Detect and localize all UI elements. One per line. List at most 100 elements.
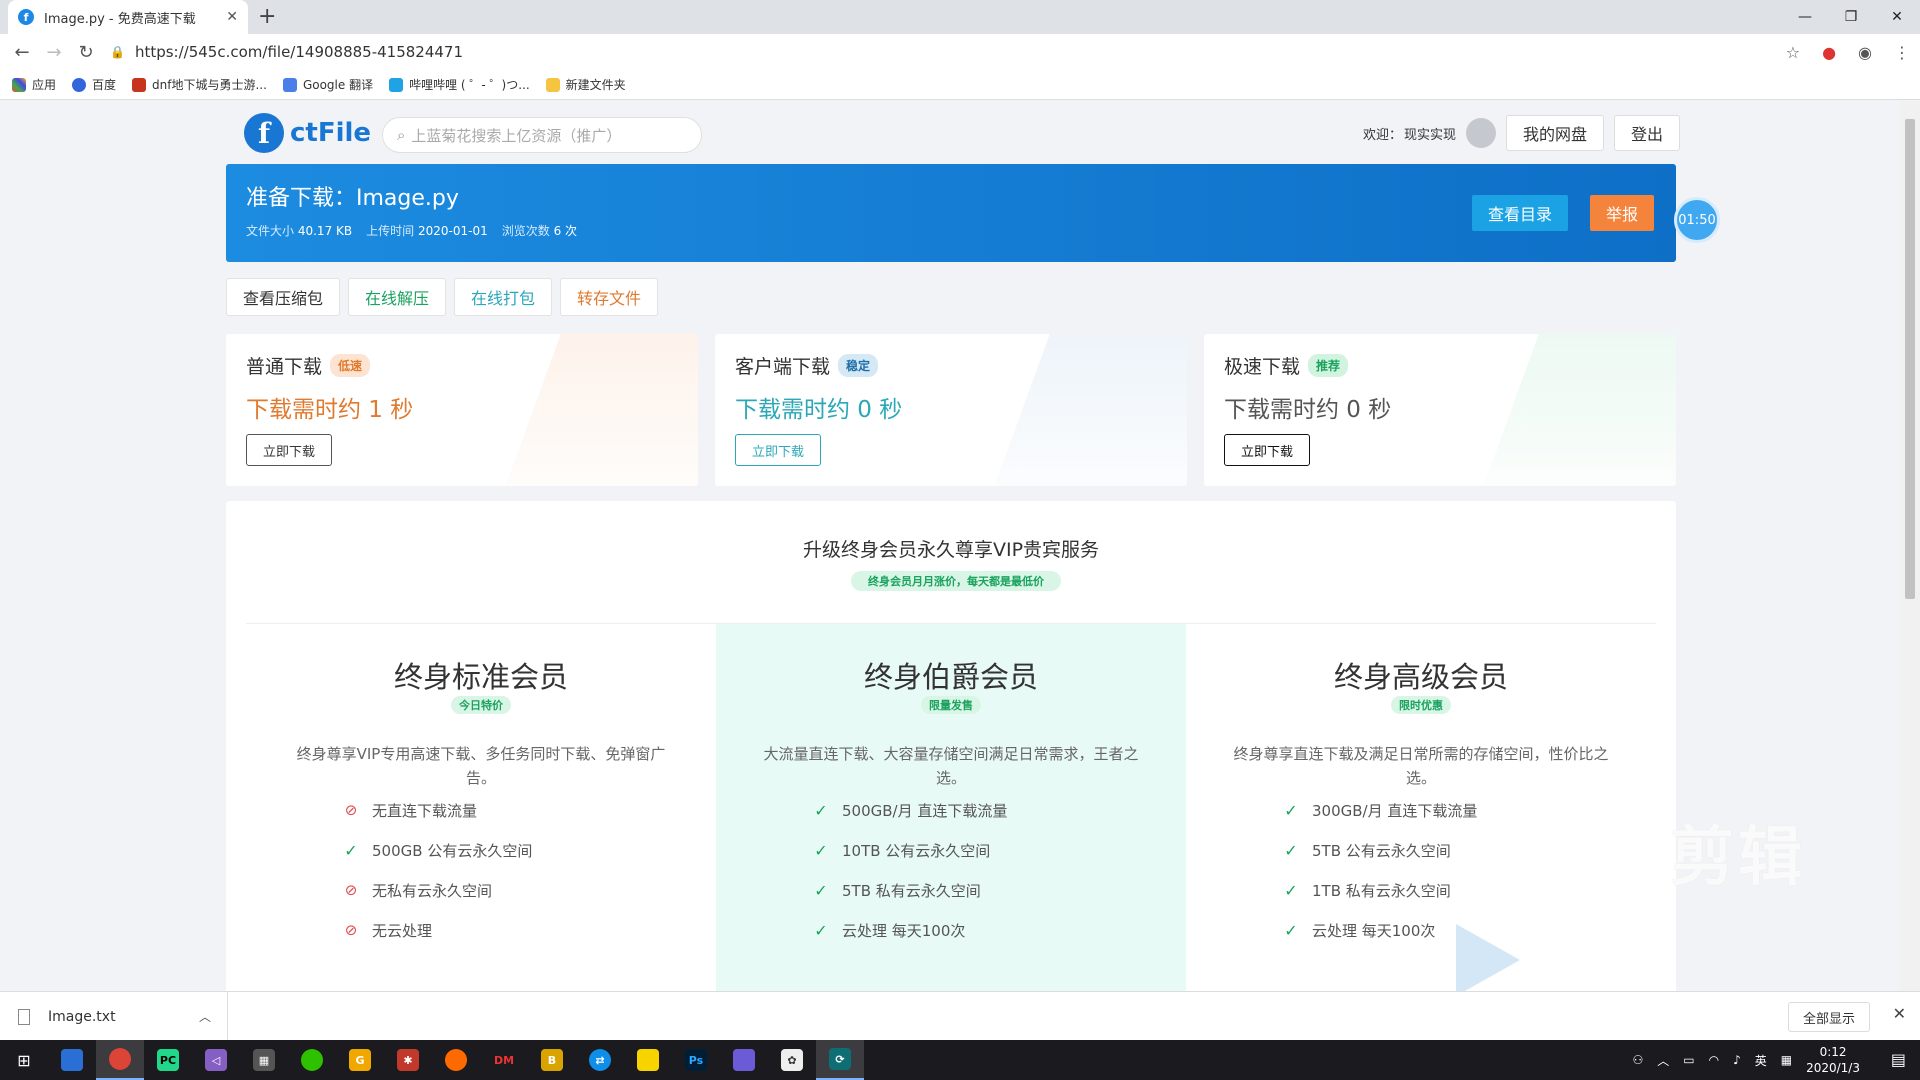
- app-g-icon[interactable]: G: [336, 1040, 384, 1080]
- online-extract-button[interactable]: 在线解压: [348, 278, 447, 316]
- network-icon[interactable]: ◠: [1709, 1053, 1719, 1067]
- stable-badge: 稳定: [838, 354, 879, 377]
- battery-icon[interactable]: ▭: [1683, 1053, 1694, 1067]
- bookmark-apps[interactable]: 应用: [12, 76, 56, 93]
- volume-icon[interactable]: ♪: [1733, 1053, 1741, 1067]
- check-icon: ✓: [814, 800, 828, 820]
- back-icon[interactable]: ←: [6, 42, 38, 63]
- site-logo[interactable]: f ctFile: [244, 113, 371, 153]
- app-feather-icon[interactable]: [720, 1040, 768, 1080]
- view-directory-button[interactable]: 查看目录: [1472, 195, 1569, 231]
- clock[interactable]: 0:12 2020/1/3: [1806, 1044, 1860, 1076]
- client-download-card: 客户端下载 稳定 下载需时约 0 秒 立即下载: [715, 334, 1187, 486]
- logout-button[interactable]: 登出: [1613, 115, 1680, 151]
- taskbar: ⊞ PC ◁ ▦ G ✱ DM B ⇄ Ps ✿ ⟳ ⚇ ︿ ▭ ◠ ♪ 英 ▦…: [0, 1040, 1920, 1080]
- url-input[interactable]: 🔒 https://545c.com/file/14908885-4158244…: [110, 38, 1790, 66]
- bookmark-dnf[interactable]: dnf地下城与勇士游...: [132, 76, 267, 93]
- plan-desc: 大流量直连下载、大容量存储空间满足日常需求，王者之选。: [763, 745, 1139, 787]
- close-shelf-icon[interactable]: ✕: [1893, 1004, 1906, 1023]
- fast-download-button[interactable]: 立即下载: [1224, 434, 1311, 466]
- visual-studio-icon[interactable]: ◁: [192, 1040, 240, 1080]
- close-tab-icon[interactable]: ✕: [226, 9, 238, 25]
- star-icon[interactable]: ☆: [1786, 43, 1800, 62]
- notification-icon[interactable]: ▤: [1891, 1050, 1906, 1069]
- new-tab-icon[interactable]: +: [258, 4, 276, 29]
- keyboard-icon[interactable]: ▦: [1781, 1053, 1792, 1067]
- save-file-button[interactable]: 转存文件: [560, 278, 659, 316]
- show-all-button[interactable]: 全部显示: [1787, 1002, 1870, 1032]
- ime-indicator[interactable]: 英: [1755, 1052, 1767, 1069]
- reload-icon[interactable]: ↻: [70, 42, 102, 63]
- lock-icon: 🔒: [110, 45, 125, 59]
- forbidden-icon: ⊘: [344, 881, 358, 899]
- profile-icon[interactable]: ◉: [1858, 43, 1872, 62]
- chrome-icon[interactable]: [96, 1040, 144, 1080]
- search-input[interactable]: ⌕ 上蓝菊花搜索上亿资源（推广）: [382, 117, 702, 153]
- app-b-icon[interactable]: B: [528, 1040, 576, 1080]
- plan-desc: 终身尊享直连下载及满足日常所需的存储空间，性价比之选。: [1233, 745, 1609, 787]
- page-scrollbar[interactable]: [1900, 101, 1920, 991]
- app-bug-icon[interactable]: ✱: [384, 1040, 432, 1080]
- sticky-notes-icon[interactable]: [624, 1040, 672, 1080]
- tray-expand-icon[interactable]: ︿: [1657, 1052, 1669, 1069]
- page-content: f ctFile ⌕ 上蓝菊花搜索上亿资源（推广） 欢迎： 现实实现 我的网盘 …: [0, 101, 1900, 991]
- welcome-label: 欢迎：: [1362, 127, 1402, 143]
- online-pack-button[interactable]: 在线打包: [454, 278, 553, 316]
- check-icon: ✓: [814, 840, 828, 860]
- app-flame-icon[interactable]: [432, 1040, 480, 1080]
- download-time: 下载需时约 0 秒: [735, 397, 903, 423]
- downloaded-file-name: Image.txt: [48, 1008, 116, 1025]
- bookmark-google-translate[interactable]: Google 翻译: [282, 76, 373, 93]
- bookmark-bilibili[interactable]: 哔哩哔哩 ( ゜- ゜)つ...: [389, 76, 530, 93]
- normal-download-button[interactable]: 立即下载: [246, 434, 333, 466]
- downloaded-file[interactable]: Image.txt ︿: [18, 992, 228, 1041]
- browser-tab[interactable]: f Image.py - 免费高速下载 ✕: [8, 0, 248, 34]
- wechat-icon[interactable]: [288, 1040, 336, 1080]
- file-meta: 文件大小 40.17 KB 上传时间 2020-01-01 浏览次数 6 次: [246, 224, 578, 238]
- ctfile-logo-icon: f: [244, 113, 284, 153]
- client-download-button[interactable]: 立即下载: [735, 434, 822, 466]
- plan-name: 终身高级会员: [1333, 660, 1508, 694]
- list-item: ✓ 500GB/月 直连下载流量: [812, 790, 1007, 830]
- watermark: 剪辑: [1670, 821, 1806, 895]
- ctfile-favicon-icon: f: [18, 9, 34, 25]
- scrollbar-thumb[interactable]: [1905, 119, 1915, 599]
- chevron-up-icon[interactable]: ︿: [199, 1008, 211, 1025]
- my-disk-button[interactable]: 我的网盘: [1505, 115, 1604, 151]
- list-item: ⊘ 无云处理: [342, 910, 532, 950]
- forward-icon[interactable]: →: [38, 42, 70, 63]
- extension-icon[interactable]: ●: [1822, 43, 1836, 62]
- download-options: 普通下载 低速 下载需时约 1 秒 立即下载 客户端下载 稳定 下载需时约 0 秒 …: [226, 334, 1676, 486]
- avatar[interactable]: [1465, 118, 1496, 148]
- restore-icon[interactable]: ❐: [1828, 0, 1874, 34]
- search-placeholder: 上蓝菊花搜索上亿资源（推广）: [411, 126, 622, 145]
- report-button[interactable]: 举报: [1590, 195, 1655, 231]
- pycharm-icon[interactable]: PC: [144, 1040, 192, 1080]
- windows-start-icon[interactable]: ⊞: [0, 1040, 48, 1080]
- minimize-icon[interactable]: —: [1782, 0, 1828, 34]
- taskbar-app-icon[interactable]: [48, 1040, 96, 1080]
- forbidden-icon: ⊘: [344, 921, 358, 939]
- app-flower-icon[interactable]: ✿: [768, 1040, 816, 1080]
- app-editor-icon[interactable]: ⟳: [816, 1040, 864, 1080]
- people-icon[interactable]: ⚇: [1632, 1053, 1643, 1067]
- file-title: 准备下载：Image.py: [246, 186, 459, 211]
- close-window-icon[interactable]: ✕: [1874, 0, 1920, 34]
- clock-date: 2020/1/3: [1806, 1061, 1860, 1075]
- tab-title: Image.py - 免费高速下载: [44, 11, 196, 27]
- photoshop-icon[interactable]: Ps: [672, 1040, 720, 1080]
- list-item: ⊘ 无直连下载流量: [342, 790, 532, 830]
- bookmark-baidu[interactable]: 百度: [72, 76, 116, 93]
- app-dm-icon[interactable]: DM: [480, 1040, 528, 1080]
- bookmark-folder[interactable]: 新建文件夹: [545, 76, 626, 93]
- system-tray: ⚇ ︿ ▭ ◠ ♪ 英 ▦ 0:12 2020/1/3: [1632, 1040, 1860, 1080]
- plan-name: 终身标准会员: [393, 660, 568, 694]
- teamviewer-icon[interactable]: ⇄: [576, 1040, 624, 1080]
- card-title: 极速下载: [1224, 356, 1301, 378]
- list-item: ✓ 300GB/月 直连下载流量: [1282, 790, 1477, 830]
- view-archive-button[interactable]: 查看压缩包: [226, 278, 341, 316]
- menu-icon[interactable]: ⋮: [1894, 43, 1910, 62]
- dnf-icon: [132, 77, 147, 92]
- calculator-icon[interactable]: ▦: [240, 1040, 288, 1080]
- feature-list: ✓ 500GB/月 直连下载流量 ✓ 10TB 公有云永久空间 ✓ 5TB 私有云永久…: [812, 790, 1007, 950]
